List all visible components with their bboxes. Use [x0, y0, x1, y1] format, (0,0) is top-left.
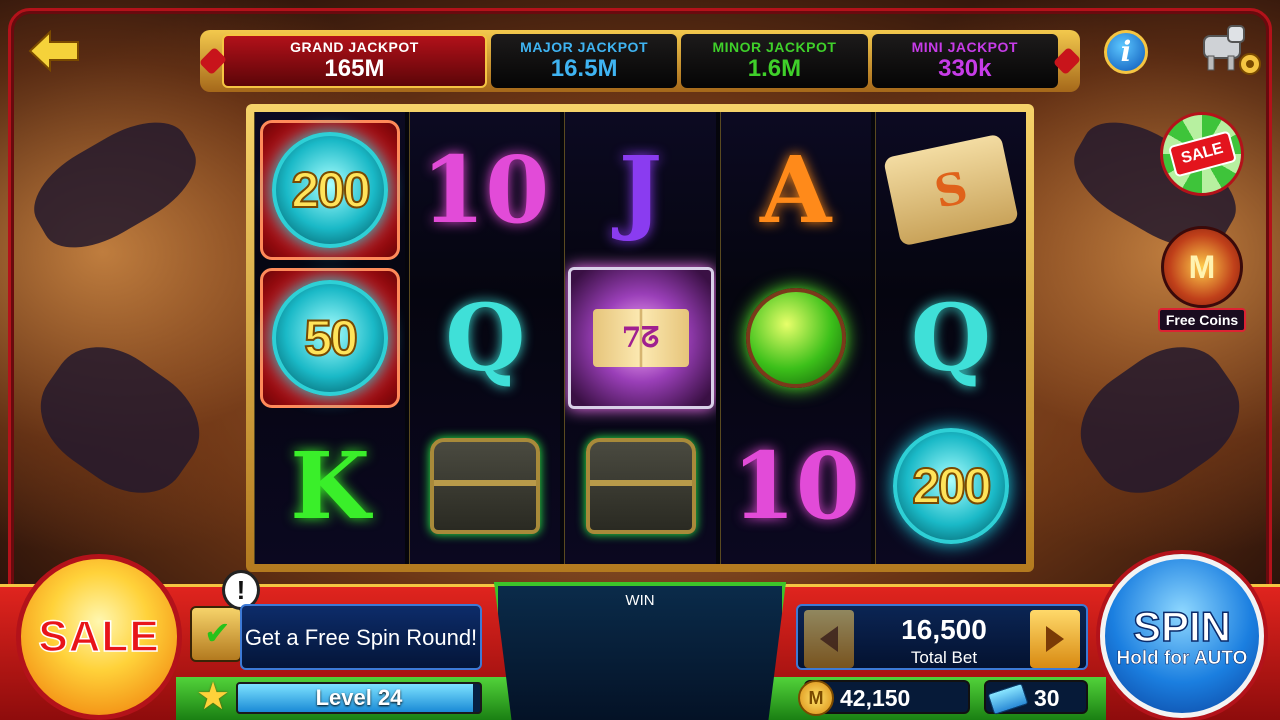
spellbook-symbol: 7ᘔ [567, 267, 714, 409]
orb-value: 200 [290, 161, 371, 219]
reel-symbol: Q [410, 264, 560, 412]
total-bet-label: Total Bet [910, 648, 978, 667]
jackpot-value: 165M [324, 55, 385, 82]
reel-symbol: 10 [721, 412, 871, 560]
free-coins-button[interactable]: M Free Coins [1158, 226, 1246, 334]
orb-value: 200 [911, 457, 992, 515]
jackpot-label: MINI JACKPOT [911, 39, 1018, 55]
total-bet-value: 16,500 [901, 614, 987, 645]
arrow-right-icon [1046, 626, 1064, 652]
treasure-chest-symbol [430, 438, 541, 534]
level-text: Level 24 [315, 685, 403, 710]
coin-tile-symbol: 200 [260, 120, 401, 260]
reel-symbol: S [876, 116, 1026, 264]
scroll-rune: S [930, 161, 972, 219]
orb-symbol: 200 [892, 428, 1009, 544]
reel-symbol: Q [876, 264, 1026, 412]
spin-label: SPIN [1132, 602, 1232, 650]
scroll-symbol: S [882, 133, 1019, 247]
reel-symbol: 200 [255, 116, 405, 264]
ticket-balance-value: 30 [1034, 685, 1060, 711]
major-jackpot: MAJOR JACKPOT 16.5M [490, 34, 678, 88]
side-sale-button[interactable]: SALE [1160, 112, 1244, 196]
robot-dog-settings-icon[interactable] [1198, 22, 1264, 78]
level-progress-bar: Level 24 [236, 682, 482, 714]
reel-symbol: A [721, 116, 871, 264]
decrease-bet-button[interactable] [804, 610, 854, 668]
coin-balance[interactable]: M 42,150 [798, 680, 970, 716]
letter-symbol: J [618, 136, 663, 244]
potion-symbol [745, 288, 846, 388]
letter-symbol: K [290, 432, 371, 540]
jackpot-value: 16.5M [550, 55, 618, 82]
reel-symbol: 10 [410, 116, 560, 264]
info-icon[interactable]: i [1104, 30, 1148, 74]
jackpot-value: 1.6M [747, 55, 802, 82]
quest-text: Get a Free Spin Round! [244, 624, 478, 650]
sale-button[interactable]: SALE [16, 554, 182, 720]
coin-bag-icon: M [1161, 226, 1243, 308]
jackpot-value: 330k [938, 55, 992, 82]
sale-tag: SALE [1167, 130, 1237, 178]
letter-symbol: 10 [731, 432, 860, 540]
spin-auto-hint: Hold for AUTO [1116, 647, 1248, 669]
level-star-icon: ★ [196, 674, 231, 718]
minor-jackpot: MINOR JACKPOT 1.6M [681, 34, 868, 88]
free-coins-label: Free Coins [1158, 308, 1246, 332]
reel-symbol: J [565, 116, 715, 264]
letter-symbol: Q [910, 284, 991, 392]
back-arrow-icon[interactable] [28, 30, 80, 72]
jackpot-label: MAJOR JACKPOT [520, 39, 649, 55]
increase-bet-button[interactable] [1030, 610, 1080, 668]
quest-checklist-icon[interactable] [190, 606, 242, 662]
letter-symbol: A [760, 136, 832, 244]
reel-5: S Q 200 [874, 112, 1027, 564]
reel-4: A 10 [719, 112, 871, 564]
grand-jackpot: GRAND JACKPOT 165M [222, 34, 487, 88]
jackpot-bar: GRAND JACKPOT 165M MAJOR JACKPOT 16.5M M… [200, 30, 1080, 92]
coin-balance-value: 42,150 [840, 685, 911, 711]
jackpot-label: GRAND JACKPOT [290, 39, 419, 55]
reel-symbol: 200 [876, 412, 1026, 560]
reel-symbol: 50 [255, 264, 405, 412]
arrow-left-icon [820, 626, 838, 652]
jackpot-label: MINOR JACKPOT [712, 39, 837, 55]
letter-symbol: 10 [421, 136, 550, 244]
letter-symbol: Q [445, 284, 526, 392]
orb-symbol: 200 [272, 132, 389, 248]
reel-grid: 200 50 K 10 Q J 7ᘔ A 10 S Q 200 [254, 112, 1027, 564]
sale-label: SALE [38, 611, 160, 662]
win-label: WIN [625, 592, 655, 609]
reel-1: 200 50 K [254, 112, 406, 564]
reel-symbol [565, 412, 715, 560]
reel-symbol [410, 412, 560, 560]
reel-frame: 200 50 K 10 Q J 7ᘔ A 10 S Q 200 [246, 104, 1034, 572]
win-panel: WIN [494, 582, 786, 720]
reel-2: 10 Q [409, 112, 561, 564]
orb-symbol: 50 [272, 280, 389, 396]
total-bet-panel: 16,500 Total Bet [796, 604, 1088, 670]
coin-tile-symbol: 50 [260, 268, 401, 408]
coin-icon: M [798, 680, 834, 716]
orb-value: 50 [303, 309, 359, 367]
spellbook-runes: 7ᘔ [592, 309, 689, 367]
spin-button[interactable]: SPIN Hold for AUTO [1100, 554, 1264, 718]
mini-jackpot: MINI JACKPOT 330k [871, 34, 1058, 88]
reel-3: J 7ᘔ [564, 112, 716, 564]
reel-symbol [721, 264, 871, 412]
ticket-icon [987, 682, 1029, 716]
reel-symbol: 7ᘔ [565, 264, 715, 412]
reel-symbol: K [255, 412, 405, 560]
ticket-balance[interactable]: 30 [984, 680, 1088, 716]
treasure-chest-symbol [585, 438, 696, 534]
quest-banner[interactable]: Get a Free Spin Round! [240, 604, 482, 670]
